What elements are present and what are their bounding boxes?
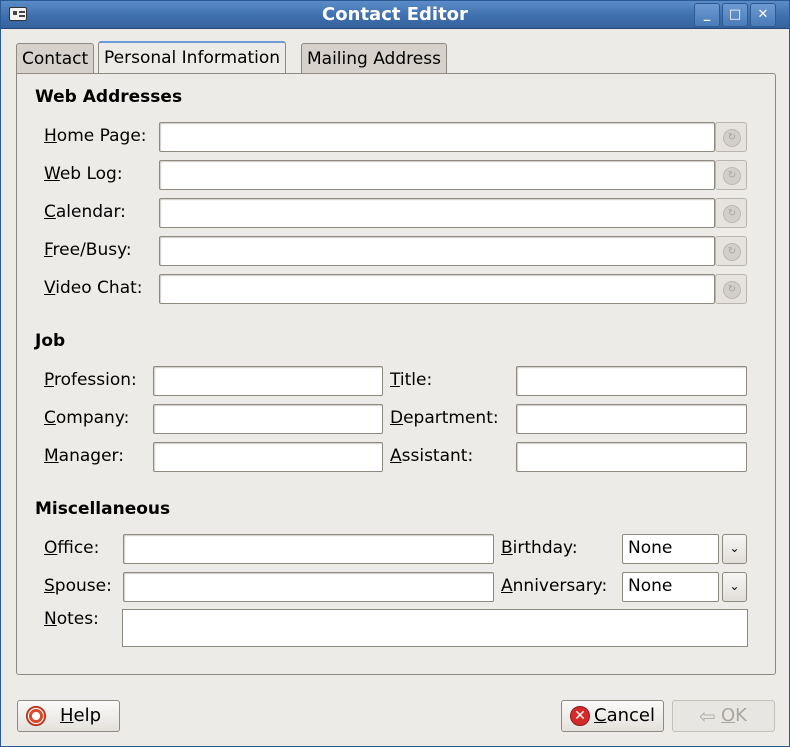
notes-label: Notes:: [44, 609, 99, 629]
ok-arrow-icon: ⇦: [699, 704, 716, 728]
tab-personal-information[interactable]: Personal Information: [98, 41, 287, 74]
profession-input[interactable]: [153, 366, 383, 396]
open-free-busy-button[interactable]: ↻: [715, 236, 747, 266]
spouse-label: Spouse:: [44, 576, 112, 596]
anniversary-dropdown-button[interactable]: ⌄: [722, 572, 747, 602]
open-calendar-button[interactable]: ↻: [715, 198, 747, 228]
web-log-label: Web Log:: [44, 164, 123, 184]
company-input[interactable]: [153, 404, 383, 434]
department-label: Department:: [390, 408, 499, 428]
birthday-dropdown-button[interactable]: ⌄: [722, 534, 747, 564]
title-input[interactable]: [516, 366, 747, 396]
department-input[interactable]: [516, 404, 747, 434]
chevron-down-icon: ⌄: [729, 541, 740, 555]
contact-editor-window: Contact Editor _ □ ✕ Contact Personal In…: [0, 0, 790, 747]
minimize-button[interactable]: _: [694, 3, 720, 27]
tab-label: Contact: [22, 49, 89, 69]
title-bar[interactable]: Contact Editor _ □ ✕: [1, 1, 789, 29]
profession-label: Profession:: [44, 370, 137, 390]
miscellaneous-heading: Miscellaneous: [35, 499, 171, 519]
chevron-down-icon: ⌄: [729, 579, 740, 593]
assistant-label: Assistant:: [390, 446, 474, 466]
calendar-input[interactable]: [159, 198, 715, 228]
spouse-input[interactable]: [123, 572, 494, 602]
home-page-label: Home Page:: [44, 126, 147, 146]
manager-input[interactable]: [153, 442, 383, 472]
cancel-button[interactable]: ✕ Cancel: [561, 700, 664, 732]
job-heading: Job: [35, 331, 66, 351]
notes-textarea[interactable]: [122, 609, 748, 647]
web-log-input[interactable]: [159, 160, 715, 190]
video-chat-label: Video Chat:: [44, 278, 143, 298]
manager-label: Manager:: [44, 446, 124, 466]
open-link-icon: ↻: [723, 129, 741, 147]
tab-label: Personal Information: [104, 48, 281, 68]
help-button[interactable]: Help: [17, 700, 120, 732]
lifebuoy-icon: [26, 706, 46, 726]
help-button-label: Help: [60, 705, 102, 726]
birthday-date-field[interactable]: None: [622, 534, 719, 564]
anniversary-date-field[interactable]: None: [622, 572, 719, 602]
office-label: Office:: [44, 538, 100, 558]
tab-contact[interactable]: Contact: [16, 43, 95, 74]
window-title: Contact Editor: [322, 4, 468, 25]
office-input[interactable]: [123, 534, 494, 564]
free-busy-label: Free/Busy:: [44, 240, 132, 260]
tab-mailing-address[interactable]: Mailing Address: [301, 43, 447, 74]
free-busy-input[interactable]: [159, 236, 715, 266]
close-window-button[interactable]: ✕: [750, 3, 776, 27]
maximize-button[interactable]: □: [722, 3, 748, 27]
company-label: Company:: [44, 408, 130, 428]
calendar-label: Calendar:: [44, 202, 126, 222]
tab-label: Mailing Address: [307, 49, 441, 69]
open-link-icon: ↻: [723, 205, 741, 223]
open-link-icon: ↻: [723, 243, 741, 261]
web-addresses-heading: Web Addresses: [35, 87, 183, 107]
ok-button[interactable]: ⇦ OK: [672, 700, 775, 732]
assistant-input[interactable]: [516, 442, 747, 472]
cancel-button-label: Cancel: [594, 705, 655, 726]
birthday-label: Birthday:: [501, 538, 578, 558]
open-link-icon: ↻: [723, 281, 741, 299]
cancel-icon: ✕: [570, 706, 590, 726]
ok-button-label: OK: [721, 705, 747, 726]
video-chat-input[interactable]: [159, 274, 715, 304]
open-web-log-button[interactable]: ↻: [715, 160, 747, 190]
open-link-icon: ↻: [723, 167, 741, 185]
title-label: Title:: [390, 370, 433, 390]
open-home-page-button[interactable]: ↻: [715, 122, 747, 152]
home-page-input[interactable]: [159, 122, 715, 152]
anniversary-label: Anniversary:: [501, 576, 608, 596]
open-video-chat-button[interactable]: ↻: [715, 274, 747, 304]
